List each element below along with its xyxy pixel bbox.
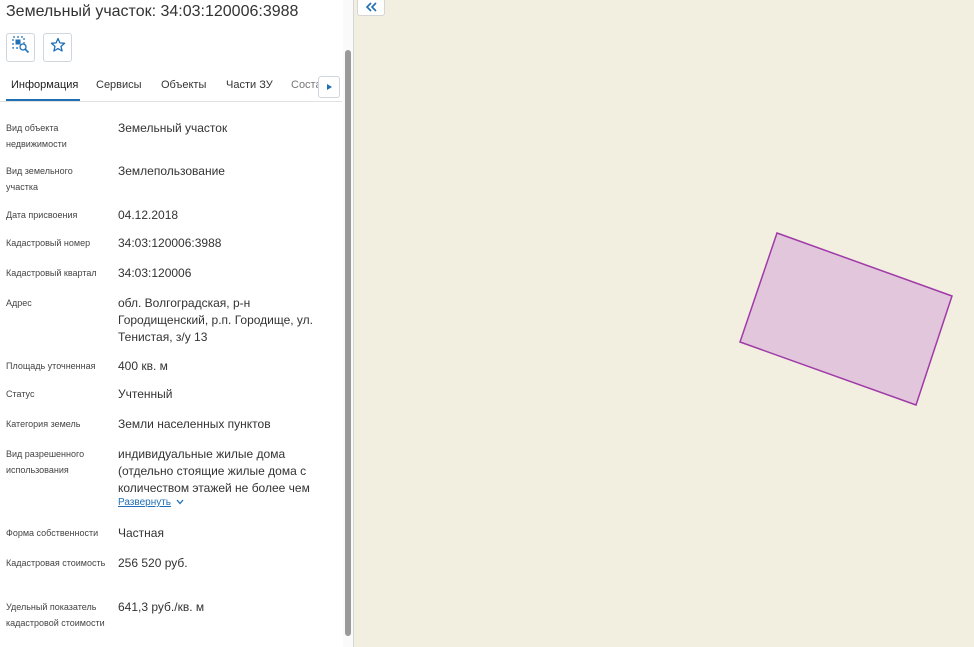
land-parcel-polygon[interactable] bbox=[739, 232, 953, 406]
tab-information[interactable]: Информация bbox=[11, 79, 78, 91]
label-object-type: Вид объекта недвижимости bbox=[6, 123, 67, 149]
label-cadastral-block: Кадастровый квартал bbox=[6, 268, 97, 278]
value-assign-date: 04.12.2018 bbox=[118, 208, 179, 222]
value-area: 400 кв. м bbox=[118, 359, 168, 373]
label-land-category: Категория земель bbox=[6, 419, 81, 429]
star-icon bbox=[50, 37, 66, 58]
label-address: Адрес bbox=[6, 298, 32, 308]
zoom-to-object-icon bbox=[11, 36, 30, 59]
label-ownership: Форма собственности bbox=[6, 528, 99, 538]
tabs-scroll-right-button[interactable] bbox=[318, 76, 340, 98]
chevron-down-icon bbox=[176, 497, 184, 508]
expand-label: Развернуть bbox=[118, 497, 172, 508]
scrollbar-thumb[interactable] bbox=[345, 50, 351, 636]
label-status: Статус bbox=[6, 389, 35, 399]
active-tab-indicator bbox=[6, 99, 80, 101]
value-address: обл. Волгоградская, р-н Городищенский, р… bbox=[118, 296, 314, 344]
value-object-type: Земельный участок bbox=[118, 121, 228, 135]
double-chevron-left-icon bbox=[365, 0, 377, 17]
label-cadastral-number: Кадастровый номер bbox=[6, 238, 91, 248]
tab-services[interactable]: Сервисы bbox=[96, 79, 142, 91]
label-cadastral-value: Кадастровая стоимость bbox=[6, 558, 106, 568]
favorite-button[interactable] bbox=[43, 33, 72, 62]
label-assign-date: Дата присвоения bbox=[6, 210, 78, 220]
collapse-panel-button[interactable] bbox=[357, 0, 385, 16]
label-land-type: Вид земельного участка bbox=[6, 166, 73, 192]
value-permitted-use: индивидуальные жилые дома (отдельно стоя… bbox=[118, 447, 310, 495]
value-ownership: Частная bbox=[118, 526, 164, 540]
value-cadastral-block: 34:03:120006 bbox=[118, 266, 192, 280]
value-cadastral-value: 256 520 руб. bbox=[118, 556, 188, 570]
caret-right-icon bbox=[325, 78, 333, 96]
value-status: Учтенный bbox=[118, 387, 173, 401]
tab-objects[interactable]: Объекты bbox=[161, 79, 206, 91]
value-cadastral-number: 34:03:120006:3988 bbox=[118, 236, 222, 250]
page-title: Земельный участок: 34:03:120006:3988 bbox=[6, 3, 299, 20]
value-land-type: Землепользование bbox=[118, 164, 225, 178]
map-canvas bbox=[739, 232, 953, 406]
tab-land-parts[interactable]: Части ЗУ bbox=[226, 79, 273, 91]
value-specific-value: 641,3 руб./кв. м bbox=[118, 600, 205, 614]
label-area: Площадь уточненная bbox=[6, 361, 96, 371]
value-land-category: Земли населенных пунктов bbox=[118, 417, 271, 431]
tab-composition[interactable]: Соста bbox=[291, 79, 318, 91]
info-panel: Земельный участок: 34:03:120006:3988 Инф… bbox=[0, 0, 354, 647]
label-specific-value: Удельный показатель кадастровой стоимост… bbox=[6, 602, 105, 628]
expand-link[interactable]: Развернуть bbox=[118, 497, 184, 508]
map-view[interactable] bbox=[355, 0, 974, 647]
tab-bar: Информация Сервисы Объекты Части ЗУ Сост… bbox=[0, 72, 342, 102]
zoom-to-object-button[interactable] bbox=[6, 33, 35, 62]
label-permitted-use: Вид разрешенного использования bbox=[6, 449, 85, 475]
